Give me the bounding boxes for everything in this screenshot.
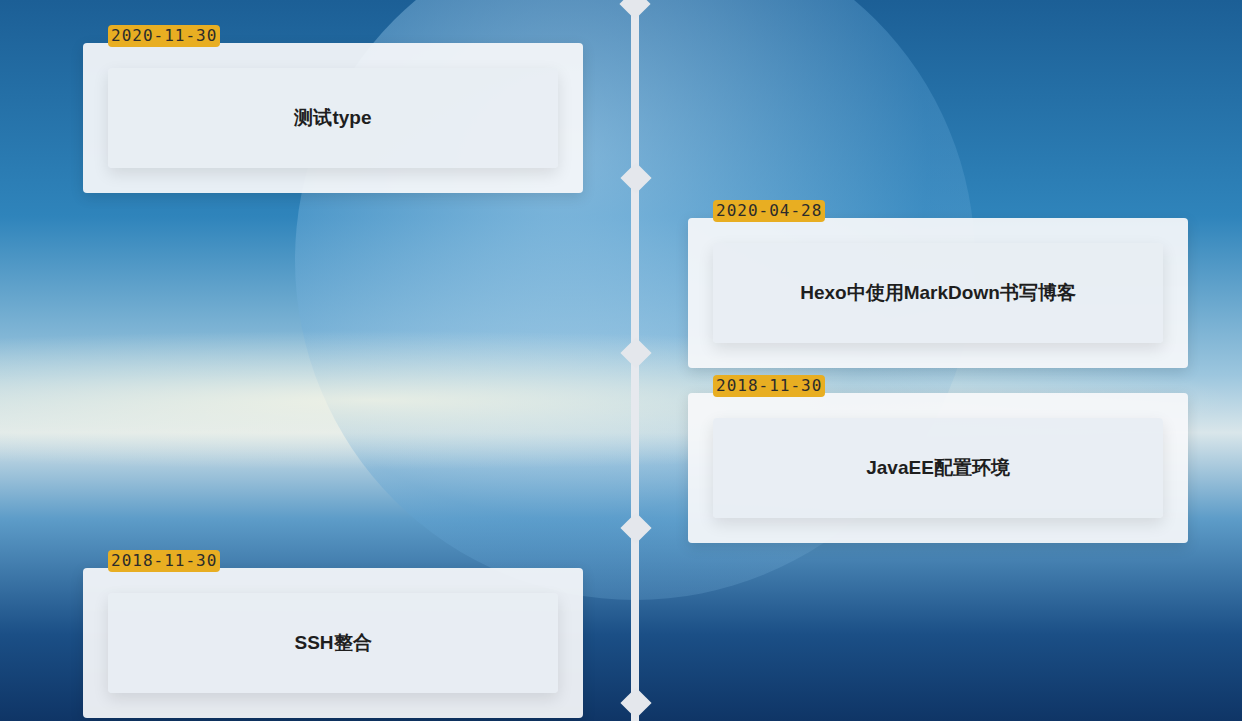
date-badge: 2020-04-28 bbox=[713, 200, 825, 222]
post-card[interactable]: 2018-11-30 SSH整合 bbox=[83, 568, 583, 718]
date-badge: 2018-11-30 bbox=[108, 550, 220, 572]
timeline-row: 2020-04-28 Hexo中使用MarkDown书写博客 bbox=[83, 218, 1242, 368]
post-card[interactable]: 2018-11-30 JavaEE配置环境 bbox=[688, 393, 1188, 543]
post-title[interactable]: JavaEE配置环境 bbox=[713, 418, 1163, 518]
diamond-icon bbox=[620, 512, 651, 543]
post-title[interactable]: SSH整合 bbox=[108, 593, 558, 693]
post-card[interactable]: 2020-11-30 测试type bbox=[83, 43, 583, 193]
diamond-icon bbox=[620, 337, 651, 368]
post-title[interactable]: 测试type bbox=[108, 68, 558, 168]
timeline-row: 2020-11-30 测试type bbox=[83, 43, 1242, 193]
post-title[interactable]: Hexo中使用MarkDown书写博客 bbox=[713, 243, 1163, 343]
timeline-list: 2020-11-30 测试type 2020-04-28 Hexo中使用Mark… bbox=[0, 0, 1242, 718]
timeline-row: 2018-11-30 JavaEE配置环境 bbox=[83, 393, 1242, 543]
post-card[interactable]: 2020-04-28 Hexo中使用MarkDown书写博客 bbox=[688, 218, 1188, 368]
diamond-icon bbox=[620, 162, 651, 193]
timeline-row: 2018-11-30 SSH整合 bbox=[83, 568, 1242, 718]
timeline-page: 2020-11-30 测试type 2020-04-28 Hexo中使用Mark… bbox=[0, 0, 1242, 721]
date-badge: 2018-11-30 bbox=[713, 375, 825, 397]
diamond-icon bbox=[620, 687, 651, 718]
date-badge: 2020-11-30 bbox=[108, 25, 220, 47]
